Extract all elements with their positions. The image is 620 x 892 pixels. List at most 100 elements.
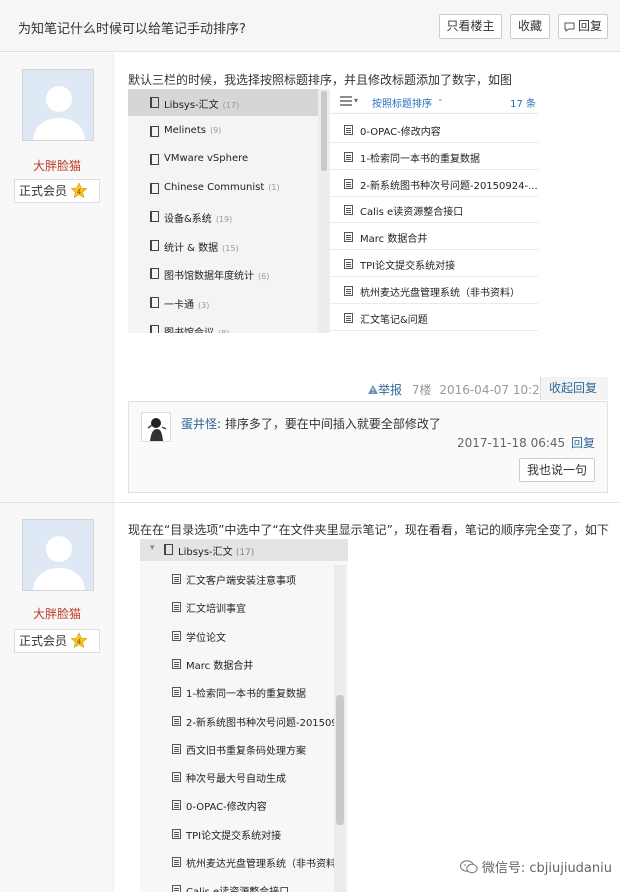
folder-count: (3)	[198, 300, 210, 310]
tree-note-item[interactable]: 1-检索同一本书的重复数据	[140, 678, 334, 706]
tree-note-item[interactable]: Calis e读资源整合接口	[140, 876, 334, 892]
note-item[interactable]: Calis e读资源整合接口	[330, 196, 538, 224]
note-icon	[172, 885, 181, 892]
only-op-button[interactable]: 只看楼主	[439, 14, 502, 39]
tree-note-title: 2-新系统图书种次号问题-201509	[186, 717, 338, 729]
tree-folder-row[interactable]: ▾ Libsys-汇文 (17)	[140, 539, 348, 561]
note-count-label: 17 条	[510, 99, 536, 110]
notebook-icon	[150, 325, 159, 333]
tree-note-title: 汇文培训事宜	[186, 604, 246, 616]
level-star-icon: 4	[70, 182, 88, 199]
note-icon	[344, 312, 353, 323]
tree-note-title: 西文旧书重复条码处理方案	[186, 745, 306, 757]
commenter-avatar[interactable]	[141, 412, 171, 442]
tree-note-item[interactable]: 种次号最大号自动生成	[140, 763, 334, 791]
tree-scrollbar-thumb[interactable]	[336, 695, 344, 825]
folder-item[interactable]: Chinese Communist (1)	[128, 175, 318, 203]
collapse-replies-button[interactable]: 收起回复	[540, 377, 608, 400]
tree-note-title: 学位论文	[186, 632, 226, 644]
post-floor-7: 大胖脸猫 正式会员 4 默认三栏的时候，我选择按照标题排序，并且修改标题添加了数…	[0, 53, 620, 502]
folder-name: Melinets	[164, 124, 206, 136]
tree-note-item[interactable]: 西文旧书重复条码处理方案	[140, 735, 334, 763]
note-item[interactable]: TPI论文提交系统对接	[330, 250, 538, 277]
post-author-panel: 大胖脸猫 正式会员 4	[0, 503, 114, 892]
folder-item[interactable]: 图书馆数据年度统计 (6)	[128, 260, 318, 288]
note-item[interactable]: 2-新系统图书种次号问题-20150924-...	[330, 170, 538, 197]
folder-item[interactable]: Libsys-汇文 (17)	[128, 89, 318, 117]
note-title: TPI论文提交系统对接	[360, 261, 456, 272]
comment-author[interactable]: 蛋井怪	[181, 417, 217, 431]
note-icon	[172, 630, 181, 641]
notebook-icon	[150, 97, 159, 108]
post-meta: 举报 7楼 2016-04-07 10:22	[368, 381, 547, 398]
folder-pane: Libsys-汇文 (17) Melinets (9) VMware vSphere Ch…	[128, 89, 318, 333]
folder-item[interactable]: 图书馆会议 (8)	[128, 317, 318, 333]
notebook-icon	[150, 239, 159, 251]
notebook-icon	[150, 154, 159, 165]
note-item[interactable]: 杭州麦达光盘管理系统（非书资料）	[330, 277, 538, 304]
folder-count: (19)	[215, 215, 233, 224]
folder-count: (9)	[209, 125, 222, 135]
comment-icon	[564, 22, 575, 32]
folder-item[interactable]: 一卡通 (3)	[128, 289, 318, 317]
folder-name: Libsys-汇文	[164, 100, 219, 111]
list-view-icon	[340, 96, 352, 106]
note-list-toolbar: ▾ 按照标题排序 ⌄ 17 条	[330, 89, 538, 114]
tree-folder-name: Libsys-汇文 (17)	[178, 547, 255, 558]
note-icon	[172, 687, 181, 698]
report-label: 举报	[378, 383, 403, 397]
note-item[interactable]: Marc 数据合并	[330, 223, 538, 251]
tree-scrollbar[interactable]	[334, 565, 346, 892]
comment-date: 2017-11-18 06:45	[457, 436, 566, 450]
folder-item[interactable]: VMware vSphere	[128, 146, 318, 174]
expand-chevron-icon: ▾	[150, 543, 155, 553]
scrollbar-thumb	[321, 91, 327, 171]
tree-note-title: 种次号最大号自动生成	[186, 774, 286, 786]
tree-note-item[interactable]: 杭州麦达光盘管理系统（非书资料	[140, 848, 336, 876]
tree-note-item[interactable]: 0-OPAC-修改内容	[140, 791, 334, 819]
level-star-icon: 4	[70, 632, 88, 649]
folder-item[interactable]: 设备&系统 (19)	[128, 203, 318, 231]
tree-note-title: 杭州麦达光盘管理系统（非书资料	[186, 859, 336, 870]
username[interactable]: 大胖脸猫	[0, 605, 114, 622]
tree-note-title: Marc 数据合并	[186, 660, 254, 672]
report-link[interactable]: 举报	[368, 383, 402, 397]
note-title: 1-检索同一本书的重复数据	[360, 153, 480, 165]
tree-note-item[interactable]: 2-新系统图书种次号问题-201509	[140, 707, 338, 735]
tree-note-item[interactable]: 学位论文	[140, 622, 334, 650]
username[interactable]: 大胖脸猫	[0, 157, 114, 174]
note-title: 杭州麦达光盘管理系统（非书资料）	[360, 287, 520, 299]
note-icon	[172, 828, 181, 839]
note-icon	[172, 857, 181, 867]
folder-name: 设备&系统	[164, 214, 212, 225]
note-item[interactable]: 汇文笔记&问题	[330, 304, 538, 331]
note-icon	[344, 259, 353, 269]
avatar[interactable]	[22, 519, 94, 591]
tree-note-item[interactable]: Marc 数据合并	[140, 650, 334, 678]
notebook-icon	[164, 544, 173, 555]
say-something-button[interactable]: 我也说一句	[519, 458, 595, 482]
folder-item[interactable]: Melinets (9)	[128, 118, 318, 146]
level-number: 4	[77, 188, 82, 196]
tree-note-item[interactable]: 汇文客户端安装注意事项	[140, 565, 334, 593]
note-item[interactable]: 1-检索同一本书的重复数据	[330, 143, 538, 170]
notebook-icon	[150, 125, 159, 137]
favorite-button[interactable]: 收藏	[510, 14, 550, 39]
note-icon	[172, 658, 181, 669]
reply-button[interactable]: 回复	[558, 14, 608, 39]
folder-name: 统计 & 数据	[164, 242, 219, 254]
folder-item[interactable]: 统计 & 数据 (15)	[128, 232, 318, 260]
tree-note-item[interactable]: 汇文培训事宜	[140, 593, 334, 621]
member-rank: 正式会员 4	[14, 629, 100, 653]
post-body-text: 默认三栏的时候，我选择按照标题排序，并且修改标题添加了数字，如图	[128, 73, 513, 87]
note-icon	[172, 602, 181, 613]
note-item[interactable]: 0-OPAC-修改内容	[330, 116, 538, 143]
comment-reply-link[interactable]: 回复	[571, 436, 595, 450]
comment-text: 排序多了，要在中间插入就要全部修改了	[224, 417, 441, 431]
folder-count: (6)	[258, 272, 270, 281]
avatar[interactable]	[22, 69, 94, 141]
note-title: Marc 数据合并	[360, 234, 428, 246]
tree-note-title: Calis e读资源整合接口	[186, 883, 289, 892]
tree-note-item[interactable]: TPI论文提交系统对接	[140, 820, 334, 848]
post-author-panel: 大胖脸猫 正式会员 4	[0, 53, 114, 502]
